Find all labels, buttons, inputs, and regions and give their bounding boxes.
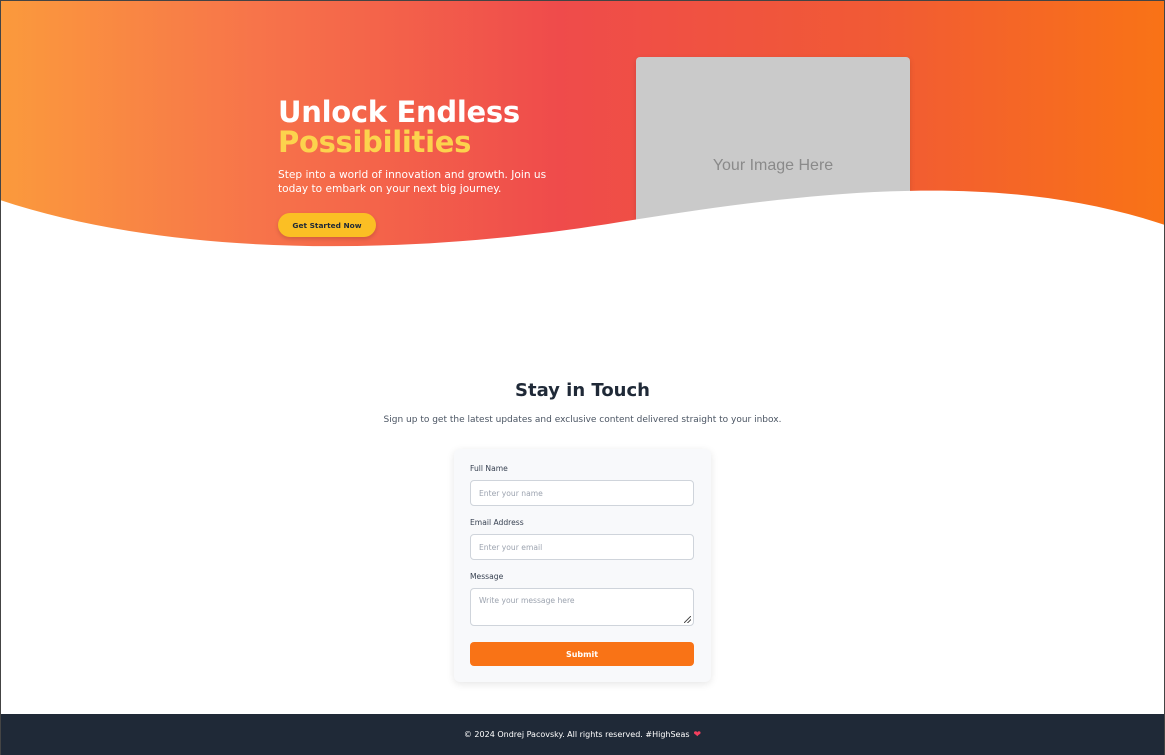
email-label: Email Address xyxy=(470,518,524,527)
get-started-button[interactable]: Get Started Now xyxy=(278,213,376,237)
contact-form: Full Name Email Address Message Submit xyxy=(454,449,711,682)
message-textarea[interactable] xyxy=(470,588,694,626)
full-name-label: Full Name xyxy=(470,464,508,473)
hero-wave-divider xyxy=(0,190,1165,260)
message-wrapper xyxy=(454,588,711,626)
full-name-input[interactable] xyxy=(470,480,694,506)
hero-subtitle: Step into a world of innovation and grow… xyxy=(278,169,547,195)
message-label: Message xyxy=(470,572,504,581)
hero-title-line2: Possibilities xyxy=(278,125,472,159)
footer-copyright: © 2024 Ondrej Pacovsky. All rights reser… xyxy=(463,730,690,739)
contact-subtitle: Sign up to get the latest updates and ex… xyxy=(383,415,782,425)
resize-grip-icon[interactable] xyxy=(684,616,691,623)
submit-button[interactable]: Submit xyxy=(470,642,694,666)
email-input[interactable] xyxy=(470,534,694,560)
heart-icon: ❤ xyxy=(693,729,702,740)
hero-title-line1: Unlock Endless xyxy=(278,95,520,129)
footer: © 2024 Ondrej Pacovsky. All rights reser… xyxy=(0,714,1165,755)
contact-title: Stay in Touch xyxy=(515,380,650,401)
hero-section: Your Image Here Unlock Endless Possibili… xyxy=(0,0,1165,260)
